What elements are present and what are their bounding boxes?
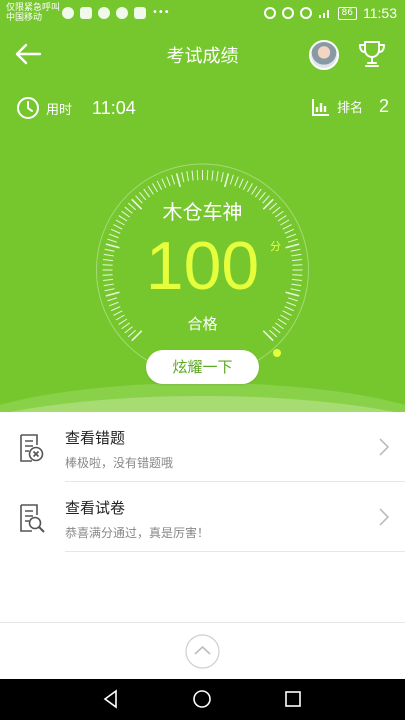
gauge-tick bbox=[206, 170, 209, 181]
settings-icon bbox=[116, 7, 128, 19]
time-value: 11:04 bbox=[92, 97, 136, 118]
nav-back-icon[interactable] bbox=[101, 689, 121, 709]
gauge-tick bbox=[234, 176, 239, 187]
clock-icon bbox=[17, 97, 39, 119]
score-unit: 分 bbox=[270, 240, 281, 253]
page-title: 考试成绩 bbox=[166, 46, 239, 67]
scroll-up-icon[interactable] bbox=[185, 634, 220, 669]
app-notification-icon bbox=[80, 7, 92, 19]
system-nav-bar bbox=[0, 679, 405, 720]
list-item-title: 查看错题 bbox=[65, 429, 126, 447]
gauge-tick bbox=[196, 170, 199, 181]
avatar[interactable] bbox=[309, 40, 339, 70]
signal-icon bbox=[318, 10, 329, 18]
list-item-wrong-answers[interactable]: 查看错题 棒极啦，没有错题哦 bbox=[0, 412, 405, 482]
eye-icon bbox=[299, 7, 312, 19]
chevron-right-icon bbox=[379, 508, 389, 526]
nav-home-icon[interactable] bbox=[192, 689, 212, 709]
notification-icons: ••• bbox=[62, 7, 170, 19]
status-time: 11:53 bbox=[363, 5, 397, 21]
list-item-exam-paper[interactable]: 查看试卷 恭喜满分通过，真是厉害！ bbox=[0, 482, 405, 552]
divider bbox=[65, 551, 405, 552]
gauge-tick bbox=[156, 180, 163, 191]
gauge-tick bbox=[147, 185, 154, 195]
battery-icon: 86 bbox=[337, 6, 357, 20]
result-title: 木仓车神 bbox=[162, 200, 243, 224]
gauge-tick bbox=[166, 176, 171, 187]
bar-chart-icon bbox=[311, 98, 329, 116]
gauge-tick bbox=[211, 170, 214, 181]
list-item-subtitle: 棒极啦，没有错题哦 bbox=[65, 456, 174, 470]
carrier-line-1: 仅限紧急呼叫 bbox=[6, 3, 61, 13]
status-right: 86 11:53 bbox=[263, 5, 397, 21]
carrier-info: 仅限紧急呼叫 中国移动 bbox=[6, 3, 60, 23]
gauge-tick bbox=[216, 171, 219, 182]
gauge-tick bbox=[186, 171, 189, 182]
rank[interactable]: 排名 2 bbox=[311, 96, 389, 117]
gauge-tick bbox=[229, 174, 234, 185]
gauge-tick bbox=[171, 174, 176, 185]
gauge-pointer bbox=[273, 349, 281, 357]
list-item-title: 查看试卷 bbox=[65, 499, 126, 517]
score-value: 100 bbox=[145, 228, 260, 304]
alarm-icon bbox=[281, 7, 294, 19]
gauge-tick bbox=[181, 172, 185, 183]
status-bar: 仅限紧急呼叫 中国移动 ••• 86 11:53 bbox=[0, 0, 405, 28]
rank-value: 2 bbox=[378, 96, 389, 116]
gauge-tick bbox=[161, 178, 167, 188]
time-used: 用时 11:04 bbox=[16, 96, 136, 120]
time-label: 用时 bbox=[46, 102, 73, 118]
more-notifications-icon: ••• bbox=[152, 7, 170, 18]
gauge-tick bbox=[238, 178, 244, 188]
gauge-tick bbox=[191, 170, 194, 181]
gauge-tick bbox=[110, 306, 121, 312]
carrier-line-2: 中国移动 bbox=[6, 13, 43, 23]
gauge-tick bbox=[152, 183, 158, 193]
location-icon bbox=[263, 7, 276, 19]
share-button[interactable]: 炫耀一下 bbox=[146, 350, 259, 384]
gauge-tick bbox=[251, 185, 258, 195]
nav-recents-icon[interactable] bbox=[283, 689, 303, 709]
bottom-divider bbox=[0, 622, 405, 623]
key-icon bbox=[134, 7, 146, 19]
list-item-subtitle: 恭喜满分通过，真是厉害！ bbox=[65, 526, 210, 540]
pass-status: 合格 bbox=[187, 315, 218, 333]
result-menu: 查看错题 棒极啦，没有错题哦 查看试卷 恭喜满分通过，真是厉害！ bbox=[0, 412, 405, 552]
rank-label: 排名 bbox=[336, 101, 363, 116]
wechat-icon bbox=[98, 7, 110, 19]
trophy-icon[interactable] bbox=[356, 38, 388, 70]
gauge-tick bbox=[223, 173, 230, 188]
top-bar: 考试成绩 bbox=[0, 28, 405, 80]
gauge-tick bbox=[242, 180, 249, 191]
gauge-tick bbox=[220, 172, 224, 183]
chevron-right-icon bbox=[379, 438, 389, 456]
gauge-tick bbox=[284, 306, 295, 312]
chat-icon bbox=[62, 7, 74, 19]
wrong-answers-icon bbox=[20, 434, 44, 462]
gauge-tick bbox=[175, 173, 182, 188]
gauge-tick bbox=[247, 183, 253, 193]
exam-paper-icon bbox=[20, 504, 45, 533]
